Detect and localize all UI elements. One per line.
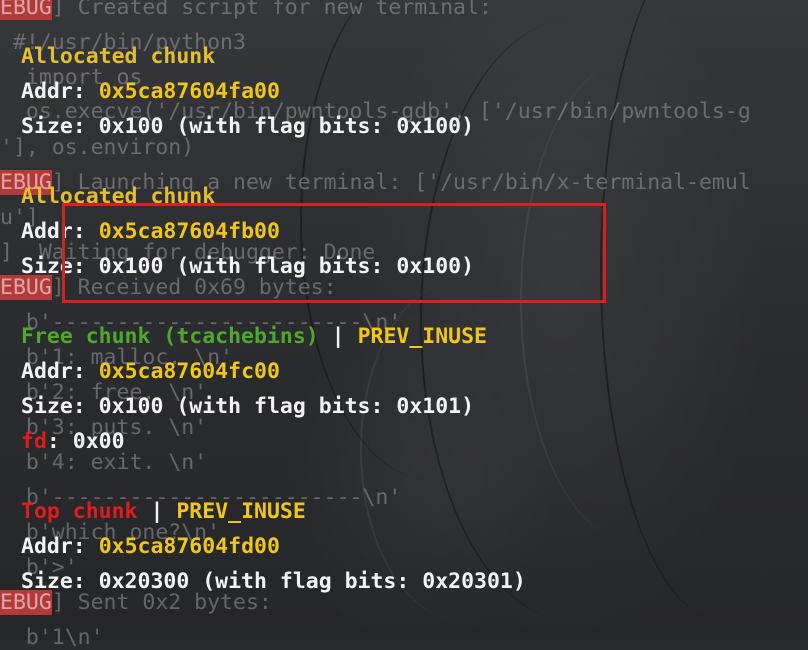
chunk-size-row: Size: 0x20300 (with flag bits: 0x20301) [21,569,526,594]
ghost-line: '], os.environ) [0,135,195,160]
chunk-header: Top chunk [21,499,138,524]
highlight-annotation-box [62,203,606,303]
addr-label: Addr: [21,79,86,104]
chunk-size-row: Size: 0x100 (with flag bits: 0x101) [21,394,475,419]
addr-label: Addr: [21,534,86,559]
chunk-header-row: Free chunk (tcachebins) | PREV_INUSE [21,324,488,349]
chunk-addr-row: Addr: 0x5ca87604fa00 [21,81,280,103]
fd-label: fd [21,429,47,454]
chunk-header-row: Top chunk | PREV_INUSE [21,499,306,524]
flag-label: PREV_INUSE [176,499,306,524]
ghost-line: EBUG] Sent 0x2 bytes: [0,590,272,615]
chunk-address: 0x5ca87604fa00 [98,79,280,104]
fd-value: : 0x00 [46,429,125,454]
addr-label: Addr: [21,359,86,384]
chunk-addr-row: Addr: 0x5ca87604fc00 [21,361,280,383]
ghost-line: b'4: exit. \n' [0,450,208,475]
chunk-address: 0x5ca87604fd00 [98,534,280,559]
chunk-addr-row: Addr: 0x5ca87604fd00 [21,536,280,558]
ghost-line: EBUG] Created script for new terminal: [0,0,492,20]
chunk-address: 0x5ca87604fc00 [98,359,280,384]
ghost-line: b'1\n' [0,625,104,650]
chunk-header: Free chunk (tcachebins) [21,324,319,349]
chunk-header: Allocated chunk [21,44,216,69]
flag-label: PREV_INUSE [357,324,488,349]
chunk-fd-row: fd: 0x00 [21,431,125,453]
chunk-size-row: Size: 0x100 (with flag bits: 0x100) [21,114,475,139]
